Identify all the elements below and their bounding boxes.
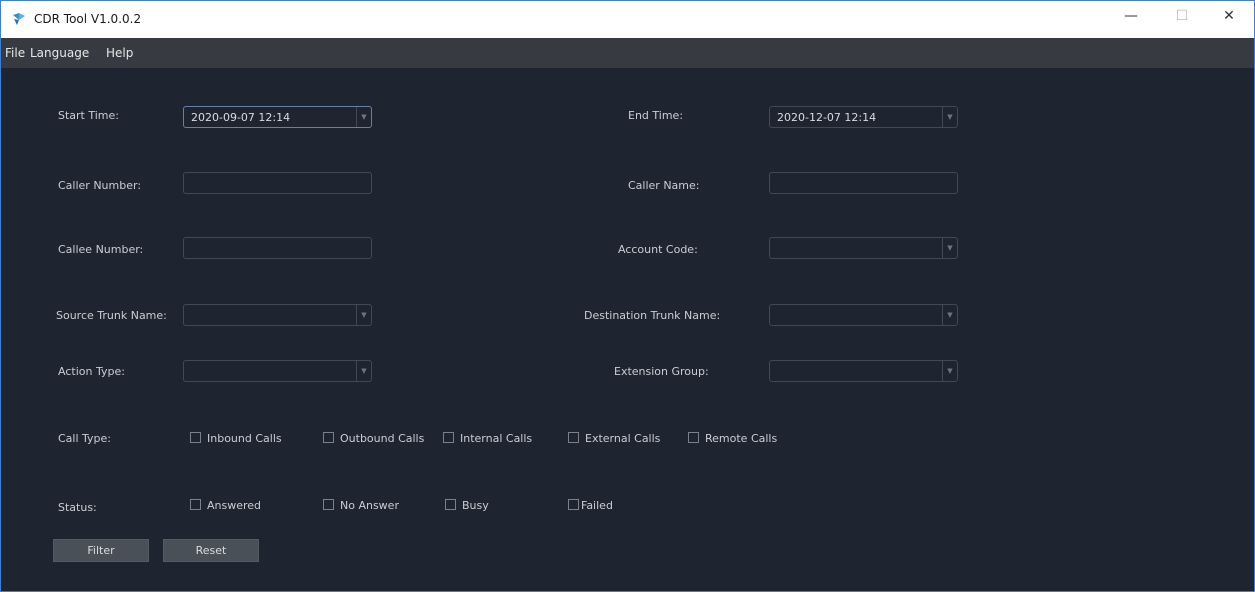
chevron-down-icon[interactable]: ▼ bbox=[356, 361, 371, 381]
source-trunk-name-label: Source Trunk Name: bbox=[56, 309, 167, 322]
start-time-label: Start Time: bbox=[58, 109, 119, 122]
failed-label[interactable]: Failed bbox=[581, 499, 613, 512]
account-code-label: Account Code: bbox=[618, 243, 698, 256]
account-code-select[interactable]: ▼ bbox=[769, 237, 958, 259]
busy-label[interactable]: Busy bbox=[462, 499, 489, 512]
no-answer-label[interactable]: No Answer bbox=[340, 499, 399, 512]
no-answer-checkbox[interactable] bbox=[323, 499, 334, 510]
menu-file[interactable]: File bbox=[5, 46, 25, 60]
chevron-down-icon[interactable]: ▼ bbox=[942, 107, 957, 127]
inbound-calls-checkbox[interactable] bbox=[190, 432, 201, 443]
internal-calls-checkbox[interactable] bbox=[443, 432, 454, 443]
callee-number-label: Callee Number: bbox=[58, 243, 144, 256]
start-time-picker[interactable]: 2020-09-07 12:14 ▼ bbox=[183, 106, 372, 128]
status-label: Status: bbox=[58, 501, 97, 514]
menu-help[interactable]: Help bbox=[106, 46, 133, 60]
app-icon bbox=[13, 13, 25, 25]
end-time-picker[interactable]: 2020-12-07 12:14 ▼ bbox=[769, 106, 958, 128]
reset-button[interactable]: Reset bbox=[163, 539, 259, 562]
external-calls-checkbox[interactable] bbox=[568, 432, 579, 443]
external-calls-label[interactable]: External Calls bbox=[585, 432, 660, 445]
extension-group-select[interactable]: ▼ bbox=[769, 360, 958, 382]
busy-checkbox[interactable] bbox=[445, 499, 456, 510]
inbound-calls-label[interactable]: Inbound Calls bbox=[207, 432, 282, 445]
end-time-label: End Time: bbox=[628, 109, 684, 122]
remote-calls-checkbox[interactable] bbox=[688, 432, 699, 443]
chevron-down-icon[interactable]: ▼ bbox=[356, 107, 371, 127]
maximize-button[interactable]: ☐ bbox=[1159, 1, 1205, 31]
caller-name-label: Caller Name: bbox=[628, 179, 700, 192]
chevron-down-icon[interactable]: ▼ bbox=[942, 238, 957, 258]
chevron-down-icon[interactable]: ▼ bbox=[356, 305, 371, 325]
callee-number-input[interactable] bbox=[183, 237, 372, 259]
outbound-calls-checkbox[interactable] bbox=[323, 432, 334, 443]
minimize-button[interactable]: — bbox=[1108, 1, 1154, 31]
caller-number-input[interactable] bbox=[183, 172, 372, 194]
caller-name-input[interactable] bbox=[769, 172, 958, 194]
app-window: CDR Tool V1.0.0.2 — ☐ ✕ File Language He… bbox=[0, 0, 1255, 592]
menu-bar: File Language Help bbox=[1, 38, 1254, 68]
chevron-down-icon[interactable]: ▼ bbox=[942, 361, 957, 381]
source-trunk-name-select[interactable]: ▼ bbox=[183, 304, 372, 326]
destination-trunk-name-select[interactable]: ▼ bbox=[769, 304, 958, 326]
outbound-calls-label[interactable]: Outbound Calls bbox=[340, 432, 424, 445]
start-time-value: 2020-09-07 12:14 bbox=[191, 111, 291, 124]
caller-number-label: Caller Number: bbox=[58, 179, 142, 192]
action-type-label: Action Type: bbox=[58, 365, 125, 378]
destination-trunk-name-label: Destination Trunk Name: bbox=[584, 309, 721, 322]
title-bar: CDR Tool V1.0.0.2 — ☐ ✕ bbox=[1, 1, 1254, 38]
answered-label[interactable]: Answered bbox=[207, 499, 261, 512]
filter-button[interactable]: Filter bbox=[53, 539, 149, 562]
answered-checkbox[interactable] bbox=[190, 499, 201, 510]
internal-calls-label[interactable]: Internal Calls bbox=[460, 432, 532, 445]
menu-language[interactable]: Language bbox=[30, 46, 89, 60]
extension-group-label: Extension Group: bbox=[614, 365, 709, 378]
action-type-select[interactable]: ▼ bbox=[183, 360, 372, 382]
failed-checkbox[interactable] bbox=[568, 499, 579, 510]
window-title: CDR Tool V1.0.0.2 bbox=[34, 12, 142, 26]
filter-form: Start Time: 2020-09-07 12:14 ▼ End Time:… bbox=[1, 68, 1254, 591]
remote-calls-label[interactable]: Remote Calls bbox=[705, 432, 777, 445]
chevron-down-icon[interactable]: ▼ bbox=[942, 305, 957, 325]
end-time-value: 2020-12-07 12:14 bbox=[777, 111, 877, 124]
call-type-label: Call Type: bbox=[58, 432, 112, 445]
close-button[interactable]: ✕ bbox=[1206, 1, 1252, 31]
